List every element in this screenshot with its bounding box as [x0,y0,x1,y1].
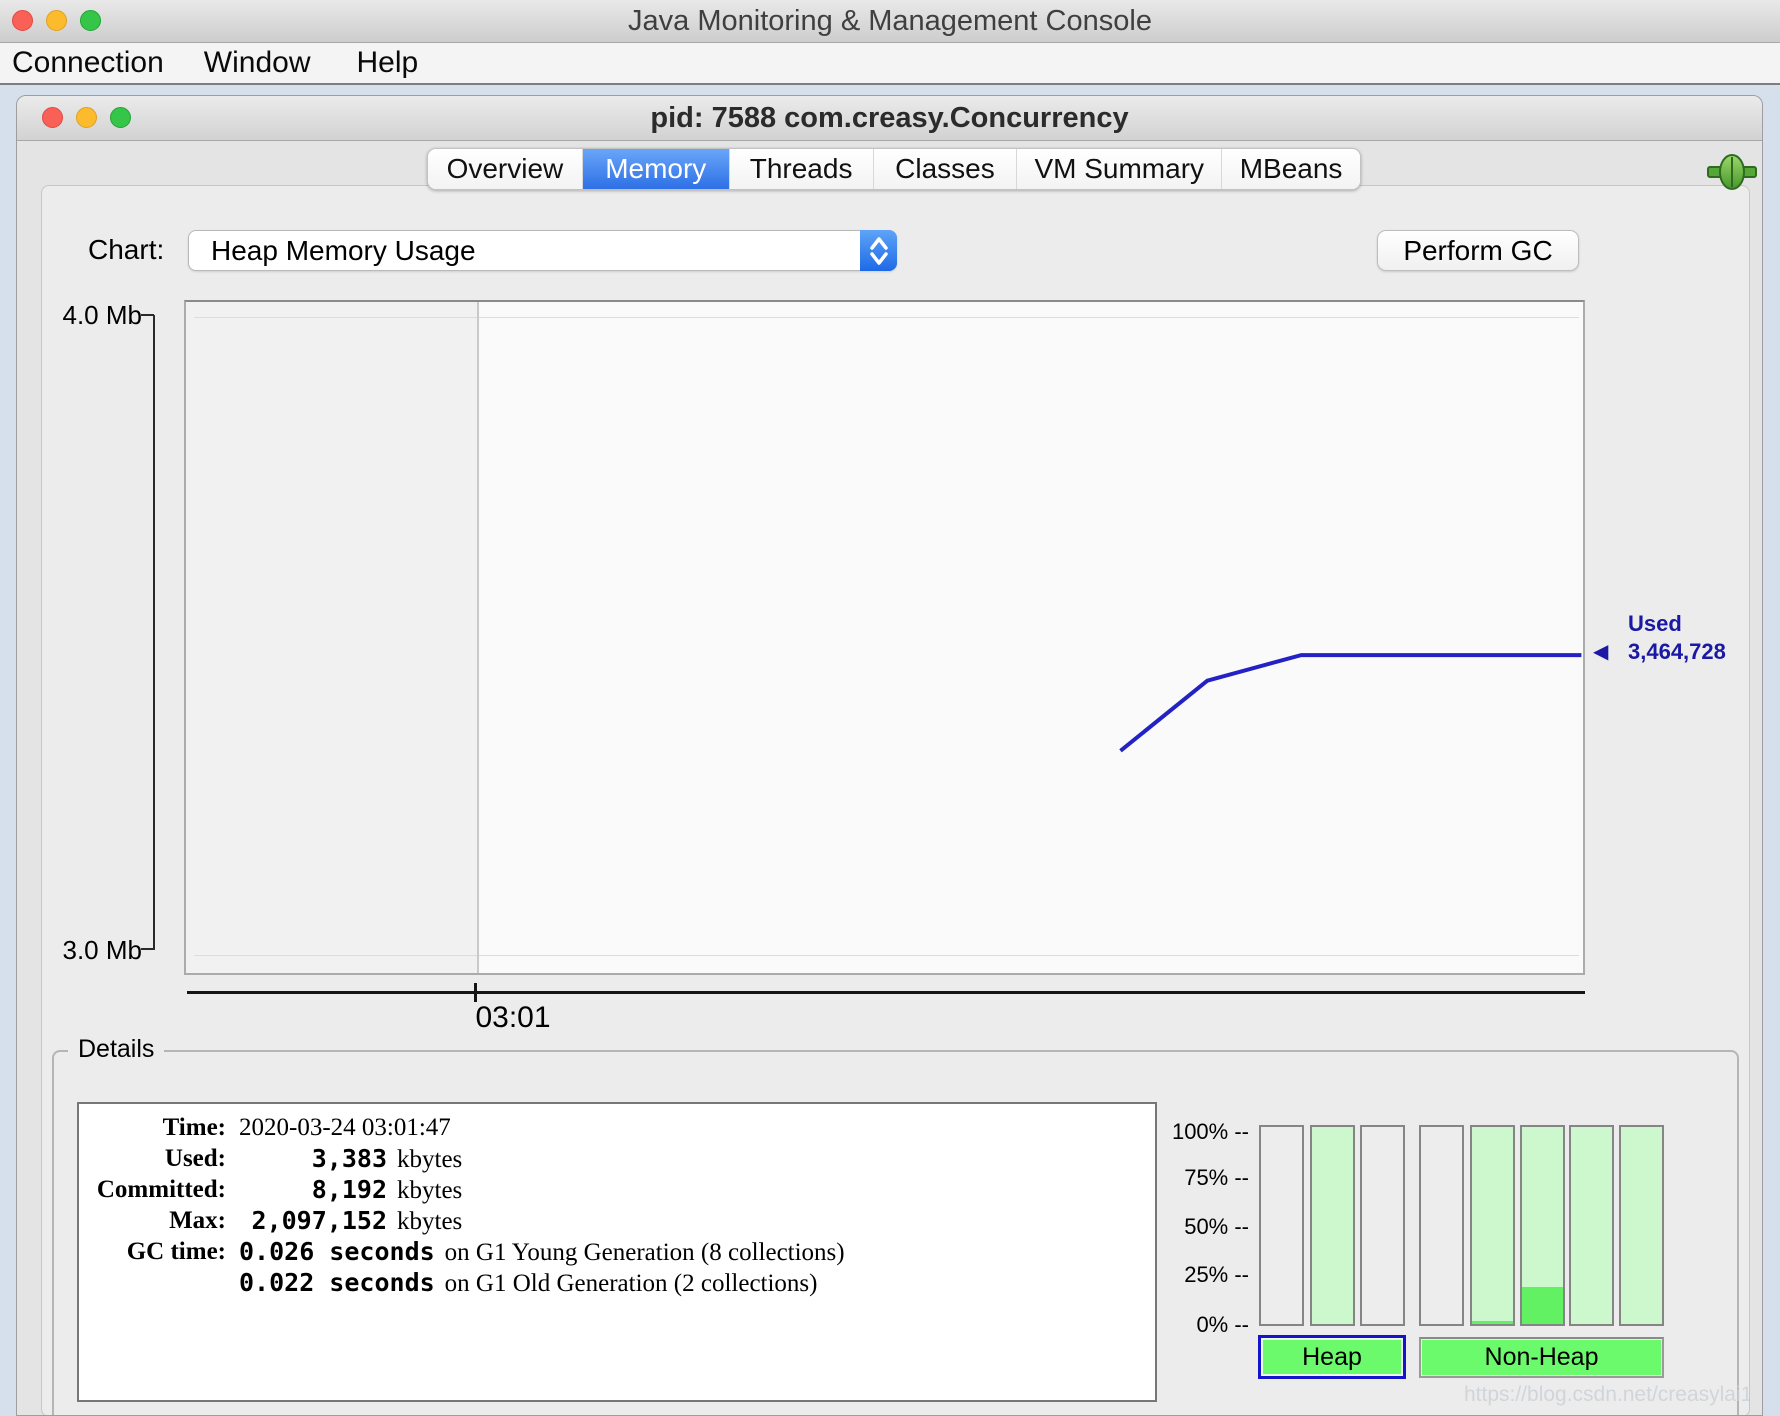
screen: Java Monitoring & Management Console Con… [0,0,1780,1416]
nonheap-pool-bar [1470,1125,1515,1326]
detail-unit: on G1 Old Generation (2 collections) [445,1270,818,1297]
detail-number: 0.026 seconds [239,1236,435,1267]
tab-classes[interactable]: Classes [874,149,1018,189]
menu-help[interactable]: Help [354,46,420,80]
menu-bar: Connection Window Help [0,43,1780,85]
detail-label: Max: [79,1205,226,1236]
nonheap-pool-bar [1419,1125,1464,1326]
detail-row-gc-old: 0.022 seconds on G1 Old Generation (2 col… [79,1267,1155,1298]
detail-number: 2,097,152 [239,1205,387,1236]
detail-row-max: Max: 2,097,152 kbytes [79,1205,1155,1236]
tab-mbeans[interactable]: MBeans [1222,149,1360,189]
tab-threads[interactable]: Threads [730,149,874,189]
heap-button[interactable]: Heap [1258,1335,1406,1379]
menu-window[interactable]: Window [202,46,313,80]
window-title: pid: 7588 com.creasy.Concurrency [17,96,1762,141]
connection-plug-icon [1706,153,1758,196]
y-axis-line [153,315,155,950]
nonheap-pool-bar [1569,1125,1614,1326]
heap-pool-bar [1259,1125,1304,1326]
heap-pool-bar [1360,1125,1405,1326]
select-stepper-icon[interactable] [860,230,897,271]
tab-bar: Overview Memory Threads Classes VM Summa… [427,148,1361,190]
y-axis-bottom-tick [141,948,154,950]
bars-axis-0: 0% -- [1109,1311,1249,1339]
chart-type-select[interactable]: Heap Memory Usage [188,230,897,271]
used-memory-line [186,302,1587,977]
detail-unit: kbytes [397,1208,462,1235]
y-axis-top-tick [141,314,154,316]
non-heap-button[interactable]: Non-Heap [1419,1337,1664,1378]
y-axis-min-label: 3.0 Mb [42,934,142,966]
jconsole-window: pid: 7588 com.creasy.Concurrency Overvie… [16,95,1763,1416]
detail-row-used: Used: 3,383 kbytes [79,1143,1155,1174]
detail-unit: kbytes [397,1177,462,1204]
chart-select-label: Chart: [88,230,164,270]
x-axis-line [187,991,1585,994]
detail-row-time: Time: 2020-03-24 03:01:47 [79,1112,1155,1143]
detail-label: Time: [79,1112,226,1143]
perform-gc-button[interactable]: Perform GC [1377,230,1579,271]
macos-titlebar: Java Monitoring & Management Console [0,0,1780,43]
detail-label: Used: [79,1143,226,1174]
detail-value: 2020-03-24 03:01:47 [239,1112,451,1143]
bars-axis-25: 25% -- [1109,1261,1249,1289]
series-marker-icon: ◀ [1593,639,1608,664]
tab-memory[interactable]: Memory [583,149,730,189]
bars-axis-50: 50% -- [1109,1213,1249,1241]
detail-unit: kbytes [397,1146,462,1173]
series-last-value: 3,464,728 [1628,638,1726,666]
detail-number: 8,192 [239,1174,387,1205]
detail-label: GC time: [79,1236,226,1267]
bars-axis-100: 100% -- [1109,1118,1249,1146]
details-text-panel: Time: 2020-03-24 03:01:47 Used: 3,383 kby… [77,1102,1157,1402]
tab-vm-summary[interactable]: VM Summary [1017,149,1222,189]
details-legend: Details [68,1035,164,1064]
detail-row-gc-young: GC time: 0.026 seconds on G1 Young Genera… [79,1236,1155,1267]
x-axis-tick-label: 03:01 [453,1001,573,1035]
heap-usage-chart [184,300,1585,975]
detail-label [79,1267,226,1298]
tab-overview[interactable]: Overview [428,149,583,189]
detail-unit: on G1 Young Generation (8 collections) [445,1239,845,1266]
watermark-text: https://blog.csdn.net/creasylai19 [1342,1383,1750,1407]
series-name: Used [1628,610,1726,638]
nonheap-pool-bar [1619,1125,1664,1326]
heap-pool-bar [1310,1125,1355,1326]
menu-connection[interactable]: Connection [10,46,166,80]
detail-number: 0.022 seconds [239,1267,435,1298]
jconsole-titlebar: pid: 7588 com.creasy.Concurrency [17,96,1762,141]
detail-label: Committed: [79,1174,226,1205]
nonheap-pool-bar [1520,1125,1565,1326]
x-axis-tick [474,983,477,1002]
detail-number: 3,383 [239,1143,387,1174]
memory-tab-panel: Chart: Heap Memory Usage Perform GC 4.0 … [41,185,1750,1416]
y-axis-max-label: 4.0 Mb [42,299,142,331]
app-title: Java Monitoring & Management Console [0,0,1780,43]
detail-row-committed: Committed: 8,192 kbytes [79,1174,1155,1205]
used-value-label: Used 3,464,728 [1628,610,1726,666]
chart-select-value: Heap Memory Usage [211,231,476,272]
bars-axis-75: 75% -- [1109,1164,1249,1192]
